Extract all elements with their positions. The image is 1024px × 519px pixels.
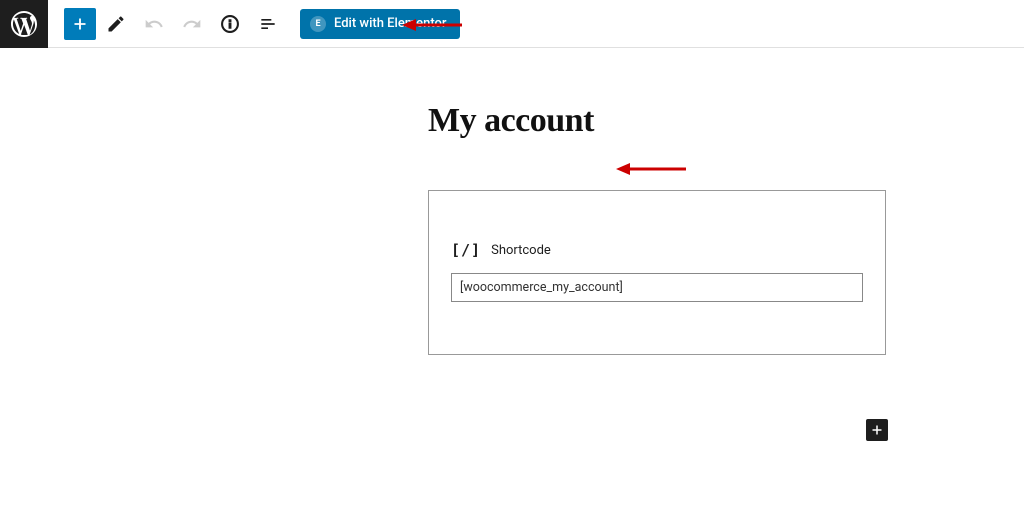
elementor-icon: E [310,16,326,32]
list-view-icon [258,14,278,34]
add-block-toggle[interactable] [64,8,96,40]
plus-icon [868,421,886,439]
toolbar-controls: E Edit with Elementor [48,6,460,42]
page-title[interactable]: My account [428,102,1024,140]
shortcode-input[interactable] [451,273,863,302]
shortcode-block[interactable]: [/] Shortcode [428,190,886,355]
annotation-arrow-1 [402,17,462,33]
undo-icon [144,14,164,34]
block-header: [/] Shortcode [451,241,863,259]
plus-icon [69,13,91,35]
insert-block-button[interactable] [866,419,888,441]
annotation-arrow-2 [616,161,686,177]
block-type-label: Shortcode [491,243,551,258]
editor-toolbar: E Edit with Elementor [0,0,1024,48]
wordpress-logo[interactable] [0,0,48,48]
info-button[interactable] [212,6,248,42]
shortcode-icon: [/] [451,241,481,259]
edit-mode-button[interactable] [98,6,134,42]
undo-button [136,6,172,42]
pencil-icon [106,14,126,34]
info-icon [220,14,240,34]
redo-icon [182,14,202,34]
editor-canvas: My account [/] Shortcode [0,48,1024,355]
outline-button[interactable] [250,6,286,42]
wordpress-icon [11,11,37,37]
redo-button [174,6,210,42]
